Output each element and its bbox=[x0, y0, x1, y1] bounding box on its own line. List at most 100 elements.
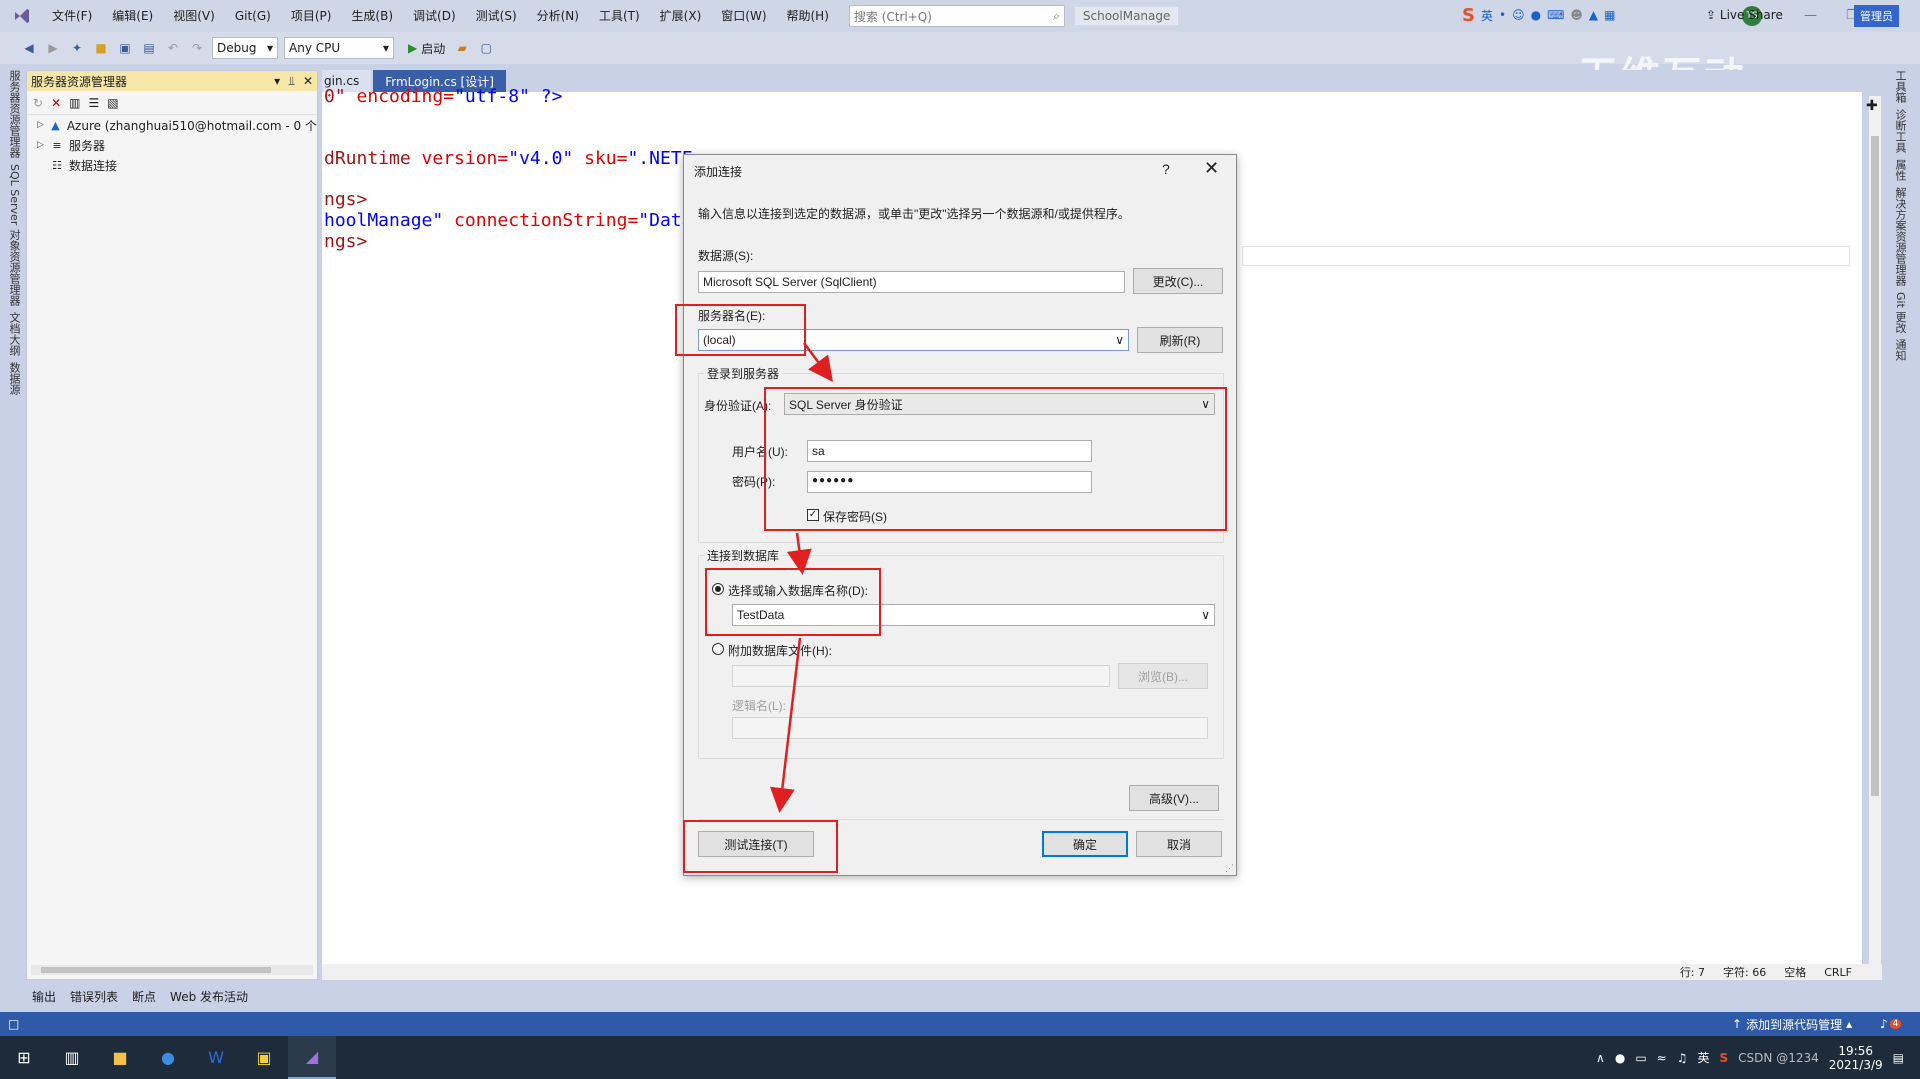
connect-server-icon[interactable]: ☰ bbox=[88, 96, 99, 110]
new-project-icon[interactable]: ✦ bbox=[68, 39, 86, 57]
microphone-icon[interactable]: ● bbox=[1615, 1051, 1625, 1065]
menu-tools[interactable]: 工具(T) bbox=[589, 0, 650, 32]
vtab-document-outline[interactable]: 文档大纲 bbox=[6, 312, 22, 356]
refresh-icon[interactable]: ↻ bbox=[33, 96, 43, 110]
vtab-diagnostic-tools[interactable]: 诊断工具 bbox=[1892, 109, 1908, 153]
azure-connect-icon[interactable]: ▧ bbox=[107, 96, 118, 110]
dropdown-icon[interactable]: ▾ bbox=[274, 74, 280, 89]
windows-start-icon[interactable]: ⊞ bbox=[0, 1036, 48, 1079]
wifi-icon[interactable]: ≈ bbox=[1657, 1051, 1667, 1065]
tab-output[interactable]: 输出 bbox=[32, 988, 56, 1005]
add-to-source-control[interactable]: ↑ 添加到源代码管理 ▴ bbox=[1732, 1016, 1852, 1033]
chevron-up-icon[interactable]: ∧ bbox=[1596, 1051, 1605, 1065]
vtab-solution-explorer[interactable]: 解决方案资源管理器 bbox=[1892, 187, 1908, 286]
split-icon[interactable]: ✚ bbox=[1866, 98, 1878, 114]
connect-database-icon[interactable]: ▥ bbox=[69, 96, 80, 110]
live-share-button[interactable]: ⇪ Live Share bbox=[1706, 8, 1783, 22]
open-folder-icon[interactable]: ■ bbox=[92, 39, 110, 57]
tree-node-servers[interactable]: ▷ ≡ 服务器 bbox=[27, 135, 317, 155]
screenshot-icon[interactable]: ▢ bbox=[477, 39, 495, 57]
cancel-button[interactable]: 取消 bbox=[1136, 831, 1222, 857]
tab-error-list[interactable]: 错误列表 bbox=[70, 988, 118, 1005]
sogou-logo-icon[interactable]: S bbox=[1462, 5, 1475, 26]
config-select[interactable]: Debug ▾ bbox=[212, 37, 278, 59]
horizontal-scrollbar[interactable] bbox=[31, 965, 313, 975]
editor-vertical-scrollbar[interactable] bbox=[1869, 96, 1881, 976]
menu-debug[interactable]: 调试(D) bbox=[403, 0, 466, 32]
visual-studio-icon[interactable]: ◢ bbox=[288, 1036, 336, 1079]
volume-icon[interactable]: ♫ bbox=[1677, 1051, 1688, 1065]
minimize-icon[interactable]: — bbox=[1804, 8, 1817, 23]
system-clock[interactable]: 19:56 2021/3/9 bbox=[1829, 1044, 1883, 1072]
ime-language[interactable]: 英 bbox=[1481, 7, 1493, 24]
menu-extensions[interactable]: 扩展(X) bbox=[650, 0, 712, 32]
menu-git[interactable]: Git(G) bbox=[225, 0, 281, 32]
expand-arrow-icon[interactable]: ▷ bbox=[37, 120, 48, 130]
close-icon[interactable]: ✕ bbox=[1204, 158, 1219, 179]
expand-arrow-icon[interactable]: ▷ bbox=[37, 140, 49, 150]
vtab-notifications[interactable]: 通知 bbox=[1892, 339, 1908, 361]
stop-icon[interactable]: ✕ bbox=[51, 96, 61, 110]
skin-icon[interactable]: ▲ bbox=[1589, 8, 1598, 22]
whitespace-indicator[interactable]: 空格 bbox=[1784, 964, 1806, 980]
menu-help[interactable]: 帮助(H) bbox=[777, 0, 839, 32]
ime-indicator[interactable]: 英 bbox=[1698, 1049, 1710, 1066]
vtab-toolbox[interactable]: 工具箱 bbox=[1892, 70, 1908, 103]
file-explorer-icon[interactable]: ■ bbox=[96, 1036, 144, 1079]
tree-node-data-connections[interactable]: ☷ 数据连接 bbox=[27, 155, 317, 175]
vtab-sql-server-explorer[interactable]: SQL Server 对象资源管理器 bbox=[6, 164, 22, 306]
sogou-tray-icon[interactable]: S bbox=[1720, 1051, 1729, 1065]
menu-view[interactable]: 视图(V) bbox=[163, 0, 225, 32]
change-button[interactable]: 更改(C)... bbox=[1133, 268, 1223, 294]
notifications-button[interactable]: ♪ 4 bbox=[1880, 1017, 1902, 1031]
punctuation-icon[interactable]: • bbox=[1499, 8, 1506, 22]
undo-icon[interactable]: ↶ bbox=[164, 39, 182, 57]
chevron-down-icon[interactable]: ∨ bbox=[1201, 608, 1210, 622]
vtab-properties[interactable]: 属性 bbox=[1892, 159, 1908, 181]
platform-select[interactable]: Any CPU ▾ bbox=[284, 37, 394, 59]
save-icon[interactable]: ▣ bbox=[116, 39, 134, 57]
tab-breakpoints[interactable]: 断点 bbox=[132, 988, 156, 1005]
grid-icon[interactable]: ▦ bbox=[1604, 8, 1615, 22]
forward-icon[interactable]: ▶ bbox=[44, 39, 62, 57]
menu-window[interactable]: 窗口(W) bbox=[711, 0, 776, 32]
sogou-browser-icon[interactable]: ● bbox=[144, 1036, 192, 1079]
back-icon[interactable]: ◀ bbox=[20, 39, 38, 57]
advanced-button[interactable]: 高级(V)... bbox=[1129, 785, 1219, 811]
keyboard-icon[interactable]: ⌨ bbox=[1547, 8, 1564, 22]
save-all-icon[interactable]: ▤ bbox=[140, 39, 158, 57]
help-icon[interactable]: ? bbox=[1162, 161, 1170, 177]
start-button[interactable]: ▶ 启动 bbox=[408, 40, 445, 57]
refresh-button[interactable]: 刷新(R) bbox=[1137, 327, 1223, 353]
vtab-git-changes[interactable]: Git 更改 bbox=[1892, 292, 1908, 333]
scrollbar-thumb[interactable] bbox=[1871, 136, 1879, 796]
tree-node-azure[interactable]: ▷ ▲ Azure (zhanghuai510@hotmail.com - 0 … bbox=[27, 115, 317, 135]
battery-icon[interactable]: ▭ bbox=[1635, 1051, 1646, 1065]
pin-icon[interactable]: ⫫ bbox=[288, 74, 295, 89]
notification-center-icon[interactable]: ▤ bbox=[1893, 1051, 1904, 1065]
close-icon[interactable]: ✕ bbox=[303, 74, 313, 89]
line-ending-indicator[interactable]: CRLF bbox=[1824, 966, 1852, 979]
chevron-down-icon[interactable]: ∨ bbox=[1115, 333, 1124, 347]
menu-test[interactable]: 测试(S) bbox=[466, 0, 527, 32]
bookmark-icon[interactable]: ▰ bbox=[453, 39, 471, 57]
menu-edit[interactable]: 编辑(E) bbox=[102, 0, 163, 32]
resize-grip-icon[interactable]: ⋰ bbox=[1225, 863, 1234, 874]
redo-icon[interactable]: ↷ bbox=[188, 39, 206, 57]
scrollbar-thumb[interactable] bbox=[41, 967, 271, 973]
vtab-data-sources[interactable]: 数据源 bbox=[6, 362, 22, 395]
ok-button[interactable]: 确定 bbox=[1042, 831, 1128, 857]
task-view-icon[interactable]: ▥ bbox=[48, 1036, 96, 1079]
menu-file[interactable]: 文件(F) bbox=[42, 0, 102, 32]
search-input[interactable]: 搜索 (Ctrl+Q) ⌕ bbox=[848, 5, 1065, 27]
user-icon[interactable]: ☻ bbox=[1570, 8, 1583, 22]
vtab-server-explorer[interactable]: 服务器资源管理器 bbox=[6, 70, 22, 158]
attach-database-radio[interactable] bbox=[712, 643, 724, 655]
emoji-icon[interactable]: ☺ bbox=[1512, 8, 1525, 22]
menu-analyze[interactable]: 分析(N) bbox=[527, 0, 589, 32]
word-icon[interactable]: W bbox=[192, 1036, 240, 1079]
pycharm-icon[interactable]: ▣ bbox=[240, 1036, 288, 1079]
tab-web-publish[interactable]: Web 发布活动 bbox=[170, 988, 248, 1005]
menu-project[interactable]: 项目(P) bbox=[281, 0, 342, 32]
menu-build[interactable]: 生成(B) bbox=[341, 0, 403, 32]
